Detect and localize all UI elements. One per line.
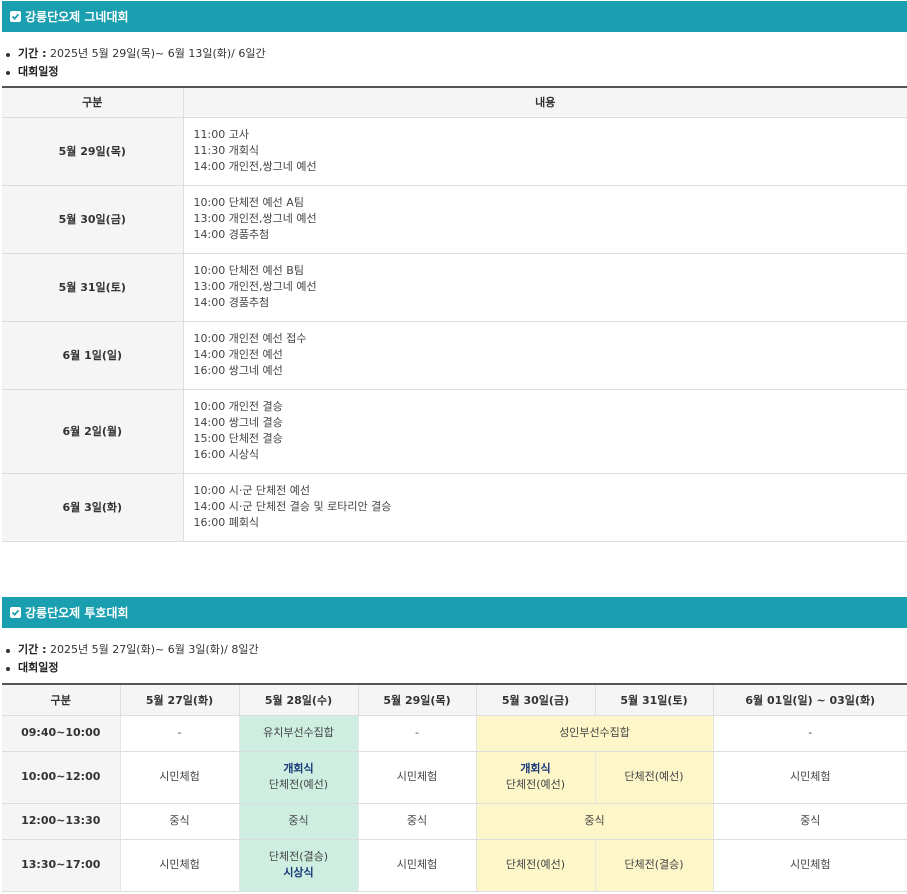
- schedule-cell: 유치부선수집합: [239, 715, 359, 752]
- schedule-cell: -: [713, 715, 907, 752]
- header-category: 구분: [2, 86, 184, 118]
- header-category: 구분: [2, 683, 121, 716]
- schedule-cell: 단체전(결승) 시상식: [239, 839, 359, 892]
- schedule-cell: -: [120, 715, 240, 752]
- checkbox-icon: [10, 11, 21, 22]
- day-cell: 6월 1일(일): [2, 321, 184, 390]
- highlight-text: 시상식: [283, 866, 314, 879]
- content-cell: 10:00 개인전 예선 접수 14:00 개인전 예선 16:00 쌍그네 예…: [183, 321, 907, 390]
- schedule-cell: 시민체험: [358, 839, 477, 892]
- header-date: 5월 29일(목): [358, 683, 477, 716]
- schedule-cell: 시민체험: [120, 839, 240, 892]
- content-cell: 10:00 시·군 단체전 예선 14:00 시·군 단체전 결승 및 로타리안…: [183, 473, 907, 542]
- schedule-cell: 시민체험: [713, 839, 907, 892]
- table-row: 13:30~17:00 시민체험 단체전(결승) 시상식 시민체험 단체전(예선…: [2, 839, 907, 892]
- schedule-cell: 중식: [713, 803, 907, 840]
- period-item: 기간 : 2025년 5월 29일(목)~ 6월 13일(화)/ 6일간: [6, 45, 266, 63]
- day-cell: 6월 2일(월): [2, 389, 184, 474]
- schedule-cell: 중식: [239, 803, 359, 840]
- time-cell: 10:00~12:00: [2, 751, 121, 804]
- highlight-text: 개회식: [520, 762, 551, 775]
- schedule-cell: 중식: [358, 803, 477, 840]
- day-cell: 5월 30일(금): [2, 185, 184, 254]
- section-title: 강릉단오제 투호대회: [25, 606, 129, 620]
- header-date: 6월 01일(일) ~ 03일(화): [713, 683, 907, 716]
- section-title: 강릉단오제 그네대회: [25, 10, 129, 24]
- schedule-cell: 시민체험: [120, 751, 240, 804]
- content-cell: 11:00 고사 11:30 개회식 14:00 개인전,쌍그네 예선: [183, 117, 907, 186]
- period-item: 기간 : 2025년 5월 27일(화)~ 6월 3일(화)/ 8일간: [6, 641, 259, 659]
- schedule-cell: 중식: [476, 803, 714, 840]
- schedule-cell: 단체전(예선): [476, 839, 596, 892]
- section-header-tuho: 강릉단오제 투호대회: [2, 597, 907, 628]
- schedule-cell: 시민체험: [713, 751, 907, 804]
- time-cell: 13:30~17:00: [2, 839, 121, 892]
- header-date: 5월 31일(토): [595, 683, 714, 716]
- table-row: 5월 30일(금) 10:00 단체전 예선 A팀 13:00 개인전,쌍그네 …: [2, 185, 907, 254]
- header-date: 5월 30일(금): [476, 683, 596, 716]
- content-cell: 10:00 개인전 결승 14:00 쌍그네 결승 15:00 단체전 결승 1…: [183, 389, 907, 474]
- header-date: 5월 28일(수): [239, 683, 359, 716]
- schedule-cell: 중식: [120, 803, 240, 840]
- schedule-cell: 개회식 단체전(예선): [476, 751, 596, 804]
- schedule-item: 대회일정: [6, 659, 259, 677]
- table-row: 09:40~10:00 - 유치부선수집합 - 성인부선수집합 -: [2, 715, 907, 752]
- swing-schedule-table: 구분 내용 5월 29일(목) 11:00 고사 11:30 개회식 14:00…: [2, 86, 907, 542]
- highlight-text: 개회식: [283, 762, 314, 775]
- header-date: 5월 27일(화): [120, 683, 240, 716]
- time-cell: 09:40~10:00: [2, 715, 121, 752]
- time-cell: 12:00~13:30: [2, 803, 121, 840]
- header-content: 내용: [183, 86, 907, 118]
- day-cell: 6월 3일(화): [2, 473, 184, 542]
- schedule-cell: 성인부선수집합: [476, 715, 714, 752]
- schedule-cell: -: [358, 715, 477, 752]
- day-cell: 5월 31일(토): [2, 253, 184, 322]
- content-cell: 10:00 단체전 예선 A팀 13:00 개인전,쌍그네 예선 14:00 경…: [183, 185, 907, 254]
- table-row: 6월 2일(월) 10:00 개인전 결승 14:00 쌍그네 결승 15:00…: [2, 389, 907, 474]
- checkbox-icon: [10, 607, 21, 618]
- schedule-cell: 개회식 단체전(예선): [239, 751, 359, 804]
- table-row: 5월 29일(목) 11:00 고사 11:30 개회식 14:00 개인전,쌍…: [2, 117, 907, 186]
- schedule-cell: 단체전(예선): [595, 751, 714, 804]
- content-cell: 10:00 단체전 예선 B팀 13:00 개인전,쌍그네 예선 14:00 경…: [183, 253, 907, 322]
- info-list-tuho: 기간 : 2025년 5월 27일(화)~ 6월 3일(화)/ 8일간 대회일정: [6, 641, 259, 677]
- tuho-schedule-table: 구분 5월 27일(화) 5월 28일(수) 5월 29일(목) 5월 30일(…: [2, 683, 907, 892]
- table-row: 10:00~12:00 시민체험 개회식 단체전(예선) 시민체험 개회식 단체…: [2, 751, 907, 804]
- table-row: 5월 31일(토) 10:00 단체전 예선 B팀 13:00 개인전,쌍그네 …: [2, 253, 907, 322]
- section-header-swing: 강릉단오제 그네대회: [2, 1, 907, 32]
- table-row: 12:00~13:30 중식 중식 중식 중식 중식: [2, 803, 907, 840]
- day-cell: 5월 29일(목): [2, 117, 184, 186]
- table-row: 6월 3일(화) 10:00 시·군 단체전 예선 14:00 시·군 단체전 …: [2, 473, 907, 542]
- table-row: 6월 1일(일) 10:00 개인전 예선 접수 14:00 개인전 예선 16…: [2, 321, 907, 390]
- schedule-cell: 단체전(결승): [595, 839, 714, 892]
- info-list-swing: 기간 : 2025년 5월 29일(목)~ 6월 13일(화)/ 6일간 대회일…: [6, 45, 266, 81]
- schedule-cell: 시민체험: [358, 751, 477, 804]
- schedule-item: 대회일정: [6, 63, 266, 81]
